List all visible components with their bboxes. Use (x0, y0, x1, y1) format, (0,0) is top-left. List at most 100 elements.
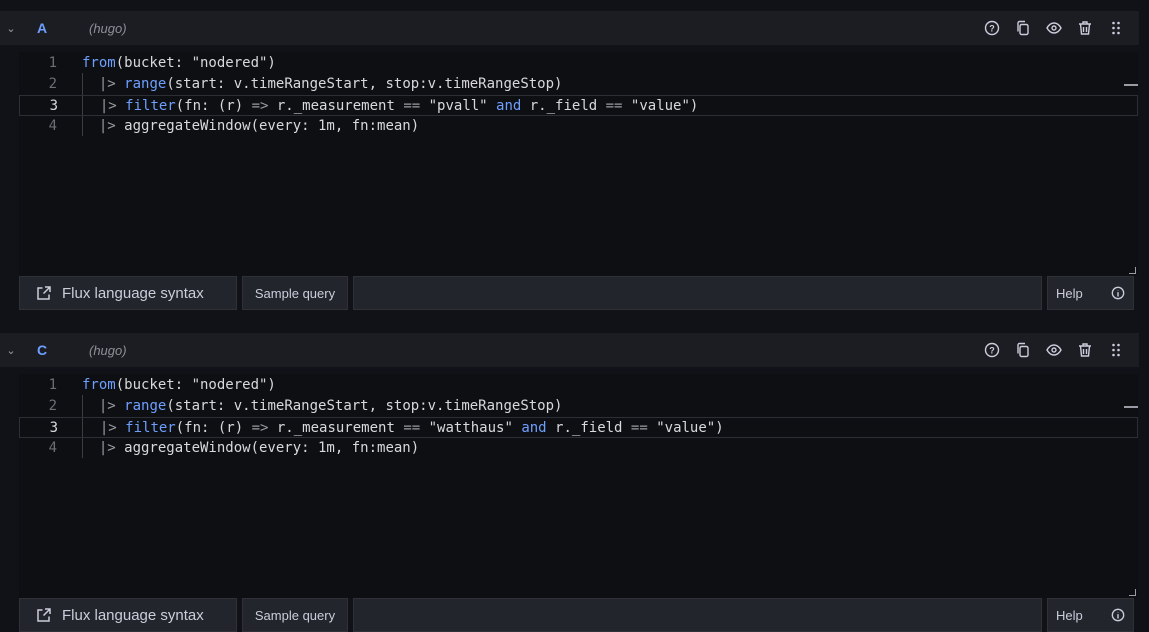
trash-icon[interactable] (1069, 338, 1100, 362)
flux-syntax-label: Flux language syntax (62, 606, 204, 624)
code-token: aggregateWindow(every: 1m, fn:mean) (115, 118, 420, 134)
code-operator: => (251, 420, 269, 436)
sample-query-button[interactable]: Sample query (242, 276, 348, 310)
code-token: r._measurement (268, 420, 404, 436)
resize-handle-icon[interactable] (1129, 589, 1136, 596)
resize-handle-icon[interactable] (1129, 267, 1136, 274)
code-token: (bucket: "nodered") (115, 377, 276, 393)
chevron-down-icon[interactable]: ⌄ (0, 344, 22, 357)
code-keyword: range (124, 76, 167, 92)
sample-query-button[interactable]: Sample query (242, 598, 348, 632)
line-number: 1 (48, 55, 57, 71)
query-datasource: (hugo) (89, 342, 127, 358)
line-number: 3 (49, 420, 58, 436)
help-button[interactable]: Help (1047, 276, 1134, 310)
code-token: aggregateWindow(every: 1m, fn:mean) (115, 440, 420, 456)
copy-icon[interactable] (1007, 338, 1038, 362)
info-circle-icon (1111, 608, 1125, 622)
code-token: "pvall" (420, 98, 497, 114)
code-keyword: from (82, 377, 116, 393)
code-text: |> filter(fn: (r) => r._measurement == "… (83, 418, 724, 439)
code-token: r._measurement (268, 98, 404, 114)
query-toolbar: Flux language syntax Sample query Help (19, 598, 1134, 632)
code-line: 2 |> range(start: v.timeRangeStart, stop… (19, 396, 1138, 417)
code-text: |> filter(fn: (r) => r._measurement == "… (83, 96, 698, 117)
code-operator: == (605, 98, 623, 114)
code-keyword: filter (125, 98, 176, 114)
code-line: 4 |> aggregateWindow(every: 1m, fn:mean) (19, 438, 1138, 459)
code-token: (fn: (r) (175, 420, 252, 436)
external-link-icon (37, 286, 51, 300)
eye-icon[interactable] (1038, 338, 1069, 362)
svg-text:?: ? (989, 24, 995, 34)
code-token: (fn: (r) (175, 98, 252, 114)
overview-ruler-marker (1124, 84, 1138, 86)
code-keyword: and (496, 98, 522, 114)
trash-icon[interactable] (1069, 16, 1100, 40)
code-operator: |> (99, 98, 117, 114)
code-text: |> range(start: v.timeRangeStart, stop:v… (82, 396, 563, 417)
overview-ruler-marker (1124, 406, 1138, 408)
flux-query-editor[interactable]: 1 from(bucket: "nodered") 2 |> range(star… (19, 374, 1138, 598)
help-label: Help (1056, 285, 1083, 301)
question-circle-icon[interactable]: ? (976, 338, 1007, 362)
code-line: 1 from(bucket: "nodered") (19, 53, 1138, 74)
code-line: 4 |> aggregateWindow(every: 1m, fn:mean) (19, 116, 1138, 137)
line-number: 4 (48, 118, 57, 134)
code-operator: |> (98, 440, 116, 456)
drag-handle-icon[interactable] (1100, 338, 1131, 362)
query-ref-id[interactable]: A (22, 20, 89, 36)
code-line: 2 |> range(start: v.timeRangeStart, stop… (19, 74, 1138, 95)
code-token: "value") (647, 420, 724, 436)
query-ref-id[interactable]: C (22, 342, 89, 358)
code-operator: == (403, 98, 421, 114)
flux-syntax-button[interactable]: Flux language syntax (19, 276, 237, 310)
code-token: "value") (622, 98, 699, 114)
code-text: |> aggregateWindow(every: 1m, fn:mean) (82, 438, 419, 459)
code-text: from(bucket: "nodered") (82, 53, 276, 74)
question-circle-icon[interactable]: ? (976, 16, 1007, 40)
svg-text:?: ? (989, 346, 995, 356)
query-header: ⌄ C (hugo) ? (0, 333, 1139, 367)
sample-query-label: Sample query (254, 285, 336, 301)
eye-icon[interactable] (1038, 16, 1069, 40)
line-number: 1 (48, 377, 57, 393)
help-button[interactable]: Help (1047, 598, 1134, 632)
code-line-active: 3 |> filter(fn: (r) => r._measurement ==… (19, 95, 1138, 116)
toolbar-spacer (353, 598, 1042, 632)
code-token: "watthaus" (420, 420, 522, 436)
code-keyword: filter (125, 420, 176, 436)
chevron-down-icon[interactable]: ⌄ (0, 22, 22, 35)
info-circle-icon (1111, 286, 1125, 300)
external-link-icon (37, 608, 51, 622)
code-text: from(bucket: "nodered") (82, 375, 276, 396)
query-actions: ? (976, 16, 1139, 40)
flux-query-editor[interactable]: 1 from(bucket: "nodered") 2 |> range(star… (19, 52, 1138, 276)
code-keyword: and (521, 420, 547, 436)
toolbar-spacer (353, 276, 1042, 310)
flux-syntax-label: Flux language syntax (62, 284, 204, 302)
drag-handle-icon[interactable] (1100, 16, 1131, 40)
copy-icon[interactable] (1007, 16, 1038, 40)
code-operator: |> (98, 398, 116, 414)
flux-syntax-button[interactable]: Flux language syntax (19, 598, 237, 632)
code-line-active: 3 |> filter(fn: (r) => r._measurement ==… (19, 417, 1138, 438)
code-operator: |> (98, 76, 116, 92)
query-header: ⌄ A (hugo) ? (0, 11, 1139, 45)
line-number: 2 (48, 76, 57, 92)
line-number: 3 (49, 98, 58, 114)
code-text: |> range(start: v.timeRangeStart, stop:v… (82, 74, 563, 95)
code-token: (bucket: "nodered") (115, 55, 276, 71)
query-actions: ? (976, 338, 1139, 362)
code-operator: |> (99, 420, 117, 436)
code-token: (start: v.timeRangeStart, stop:v.timeRan… (166, 76, 563, 92)
